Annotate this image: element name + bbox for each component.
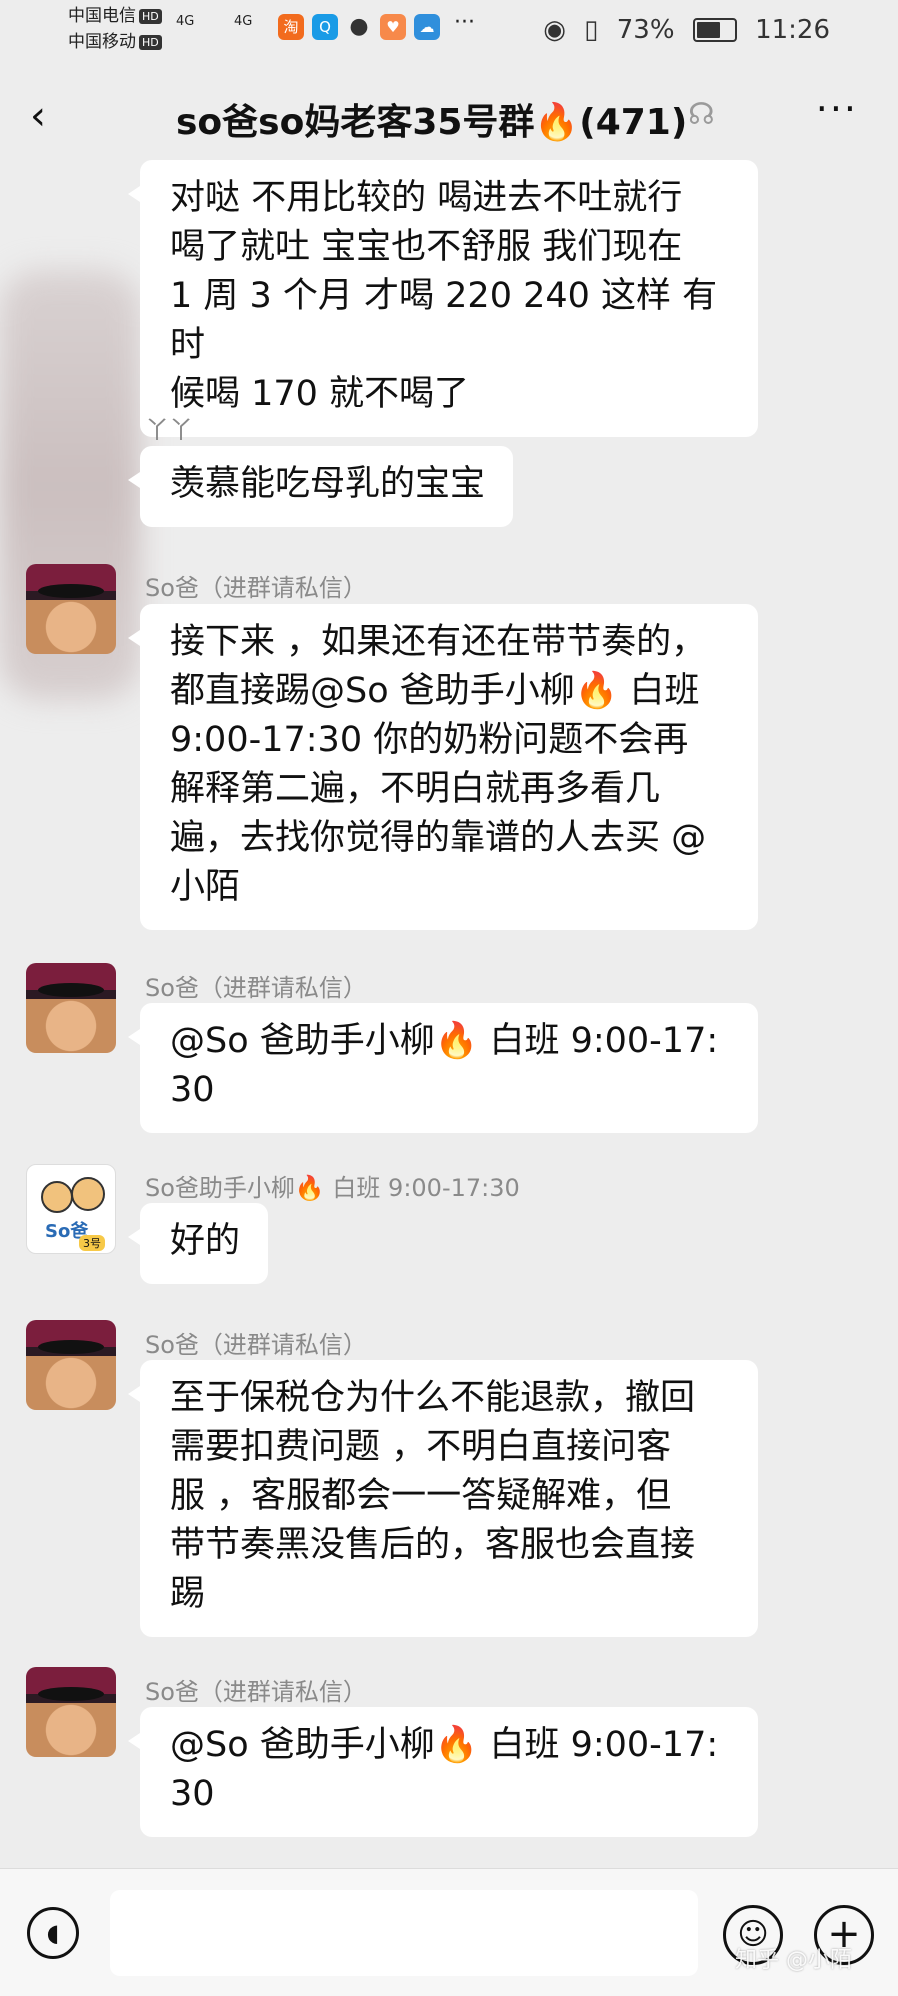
message-input[interactable] [110, 1890, 698, 1976]
clock: 11:26 [755, 14, 830, 45]
message-bubble[interactable]: @So 爸助手小柳🔥 白班 9:00-17: 30 [128, 1707, 758, 1837]
sender-name: So爸（进群请私信） [145, 1331, 367, 1359]
sender-name: So爸助手小柳🔥 白班 9:00-17:30 [145, 1174, 520, 1202]
avatar[interactable] [26, 963, 116, 1053]
ear-icon: ☊ [688, 97, 715, 132]
battery-icon [692, 17, 737, 42]
message-bubble[interactable]: 至于保税仓为什么不能退款，撤回 需要扣费问题 ，不明白直接问客 服 ，客服都会一… [128, 1360, 758, 1637]
status-right: ◉ ▯ 73% 11:26 [533, 14, 830, 45]
avatar[interactable] [26, 564, 116, 654]
signal-icon: 4G [234, 14, 253, 29]
chat-title: so爸so妈老客35号群🔥(471) [176, 102, 688, 143]
health-app-icon: ♥ [380, 14, 406, 40]
chat-icon: ● [349, 14, 369, 39]
message-bubble[interactable]: 羡慕能吃母乳的宝宝 [127, 446, 514, 527]
message-bubble[interactable]: @So 爸助手小柳🔥 白班 9:00-17: 30 [128, 1003, 758, 1133]
message-bubble[interactable]: 对哒 不用比较的 喝进去不吐就行 喝了就吐 宝宝也不舒服 我们现在 1 周 3 … [128, 160, 758, 437]
back-icon[interactable]: ‹ [30, 93, 46, 139]
weather-icon: ☁ [414, 14, 440, 40]
search-app-icon: Q [312, 14, 338, 40]
carrier-2: 中国移动 HD [68, 32, 162, 52]
carrier-1: 中国电信 HD [68, 6, 162, 26]
watermark: 知乎 @小陌 [735, 1948, 852, 1973]
sender-name: So爸（进群请私信） [145, 574, 367, 602]
eye-icon: ◉ [543, 14, 566, 45]
sender-name: So爸（进群请私信） [145, 974, 367, 1002]
status-bar: 中国电信 HD 中国移动 HD 4G 4G 淘 Q ● ♥ ☁ ··· ◉ ▯ 73… [0, 0, 898, 62]
taobao-icon: 淘 [278, 14, 304, 40]
avatar[interactable]: So爸 3号 [26, 1164, 116, 1254]
battery-percent: 73% [616, 14, 675, 45]
signal-icon: 4G [176, 14, 195, 29]
more-options-icon[interactable]: ··· [816, 87, 858, 131]
avatar[interactable] [26, 1320, 116, 1410]
message-bubble[interactable]: 接下来 ，如果还有还在带节奏的， 都直接踢@So 爸助手小柳🔥 白班 9:00-… [128, 604, 758, 930]
chat-header: ‹ so爸so妈老客35号群🔥(471) ☊ ··· [0, 75, 898, 155]
input-bar: ◖ ☺ + [0, 1868, 898, 1996]
voice-input-icon[interactable]: ◖ [27, 1907, 79, 1959]
message-bubble[interactable]: 好的 [127, 1203, 269, 1284]
sender-name: 丫丫 [145, 416, 193, 444]
more-notifications-icon: ··· [454, 10, 475, 35]
avatar[interactable] [26, 1667, 116, 1757]
sender-name: So爸（进群请私信） [145, 1678, 367, 1706]
vibrate-icon: ▯ [584, 14, 599, 45]
